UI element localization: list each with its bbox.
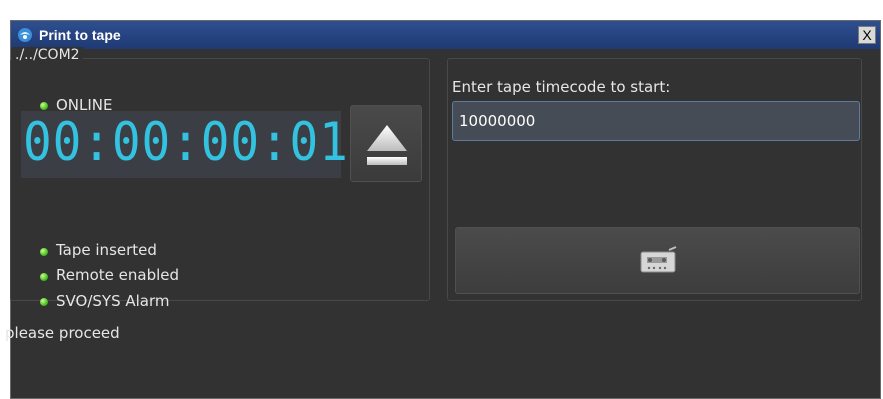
tape-print-icon [640, 246, 677, 273]
tape-timecode-input[interactable] [452, 101, 860, 141]
app-icon [18, 28, 32, 42]
status-message: please proceed [5, 324, 120, 342]
remote-enabled-led-icon [40, 273, 48, 281]
close-button[interactable]: X [858, 26, 876, 44]
svo-sys-alarm-led-icon [40, 298, 48, 306]
device-port: ./../COM2 [12, 47, 83, 63]
print-to-tape-button[interactable] [455, 227, 860, 294]
tape-inserted-led-icon [40, 248, 48, 256]
eject-button[interactable] [350, 105, 422, 182]
tape-inserted-label: Tape inserted [56, 241, 157, 259]
title-bar: Print to tape X [11, 21, 880, 49]
tape-timecode-label: Enter tape timecode to start: [452, 78, 671, 96]
timecode-value: 00:00:00:01 [23, 112, 349, 173]
eject-icon [367, 125, 407, 165]
window-title: Print to tape [39, 27, 121, 43]
svo-sys-alarm-label: SVO/SYS Alarm [56, 292, 170, 310]
timecode-display: 00:00:00:01 [21, 111, 348, 178]
remote-enabled-label: Remote enabled [56, 266, 180, 284]
